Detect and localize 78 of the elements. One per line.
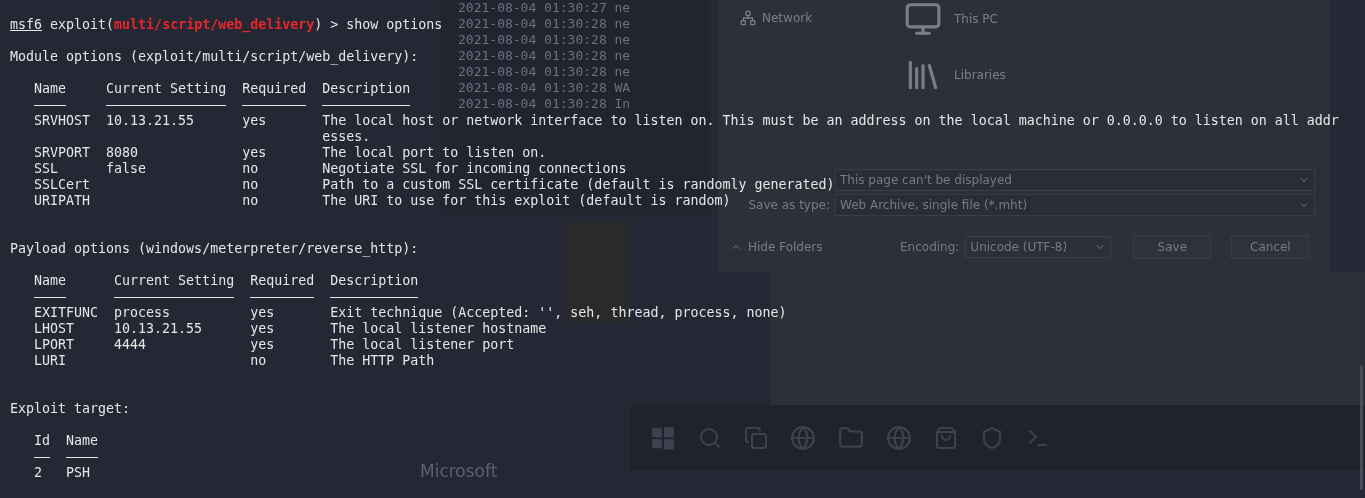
file-name-field[interactable]: This page can't be displayed [835,169,1315,191]
monitor-icon [904,0,942,38]
table-cell: 10.13.21.55 [114,321,203,337]
field-label: Encoding: [900,240,960,254]
bag-icon[interactable] [934,425,958,450]
table-cell: yes [250,305,275,321]
table-cell: yes [242,145,267,161]
nav-item[interactable]: Network [740,10,904,26]
column-header: Name [34,81,67,97]
table-cell: Negotiate SSL for incoming connections [322,161,627,177]
column-header: Description [330,273,419,289]
table-cell: false [106,161,147,177]
table-cell: 2 [34,465,43,481]
table-cell: 4444 [114,337,147,353]
column-header: Current Setting [114,273,235,289]
search-icon[interactable] [698,425,722,450]
column-header: Required [242,81,307,97]
table-cell: SSLCert [34,177,91,193]
table-cell: The local listener port [330,337,515,353]
table-cell: 8080 [106,145,139,161]
table-cell: no [250,353,267,369]
table-cell: Path to a custom SSL certificate (default is randomly generated) [322,177,835,193]
table-cell: URIPATH [34,193,91,209]
scrollbar[interactable] [1360,365,1363,490]
table-cell: process [114,305,171,321]
file-type-dropdown[interactable]: Web Archive, single file (*.mht) [835,194,1315,216]
table-cell: LHOST [34,321,75,337]
section-title: Exploit target: [10,401,131,417]
table-cell: The HTTP Path [330,353,435,369]
windows-logo-icon[interactable] [650,424,676,451]
column-header: Id [34,433,51,449]
browser-icon[interactable] [886,424,912,451]
table-cell: SRVPORT [34,145,91,161]
table-cell: The local listener hostname [330,321,547,337]
column-header: Name [34,273,67,289]
table-cell: yes [250,337,275,353]
browser-icon[interactable] [790,424,816,451]
encoding-dropdown[interactable]: Unicode (UTF-8) [965,236,1112,258]
hide-folders-button[interactable]: Hide Folders [730,240,900,254]
table-cell: no [242,161,259,177]
column-header: Description [322,81,411,97]
column-header: Current Setting [106,81,227,97]
table-cell: The local port to listen on. [322,145,547,161]
dialog-button[interactable]: Cancel [1231,235,1310,259]
folder-icon[interactable] [838,424,864,451]
log-line: 2021-08-04 01:30:28 ne [458,32,632,48]
table-cell-text: 10.13.21.55 [106,113,195,130]
column-header: Name [66,433,99,449]
table-cell: Exit technique (Accepted: '', seh, thread, process, none) [330,305,787,321]
table-cell-text: SRVHOST [34,113,91,130]
log-line: 2021-08-04 01:30:27 ne [458,0,632,16]
log-line: 2021-08-04 01:30:28 WA [458,80,632,96]
task-view-icon[interactable] [744,425,768,450]
shield-icon[interactable] [980,425,1004,450]
section-title: Module options (exploit/multi/script/web_delivery): [10,49,419,65]
table-cell: no [242,193,259,209]
table-cell: EXITFUNC [34,305,99,321]
dialog-button[interactable]: Save [1133,235,1212,259]
table-cell: LPORT [34,337,75,353]
folder-item[interactable]: Libraries [904,56,1006,94]
command-prompt-line: msf6 exploit(multi/script/web_delivery) > show options [10,17,443,33]
table-cell: The URI to use for this exploit (default is random) [322,193,731,209]
table-cell: no [242,177,259,193]
column-header: Required [250,273,315,289]
table-cell: PSH [66,465,91,481]
table-cell: SSL [34,161,59,177]
section-title: Payload options (windows/meterpreter/reverse_http): [10,241,419,257]
table-cell-text: yes [242,113,267,130]
log-line: 2021-08-04 01:30:28 In [458,96,632,112]
log-line: 2021-08-04 01:30:28 ne [458,64,632,80]
folder-item[interactable]: This PC [904,0,1006,38]
network-icon [740,10,756,26]
log-line: 2021-08-04 01:30:28 ne [458,16,632,32]
table-cell: The local host or network interface to listen on. This must be an address on the local machine or 0.0.0.0 to listen on all addresses. [322,113,1339,145]
log-line: 2021-08-04 01:30:28 ne [458,48,632,64]
caption-text: Microsoft [420,461,498,481]
table-cell: LURI [34,353,67,369]
table-cell: yes [250,321,275,337]
